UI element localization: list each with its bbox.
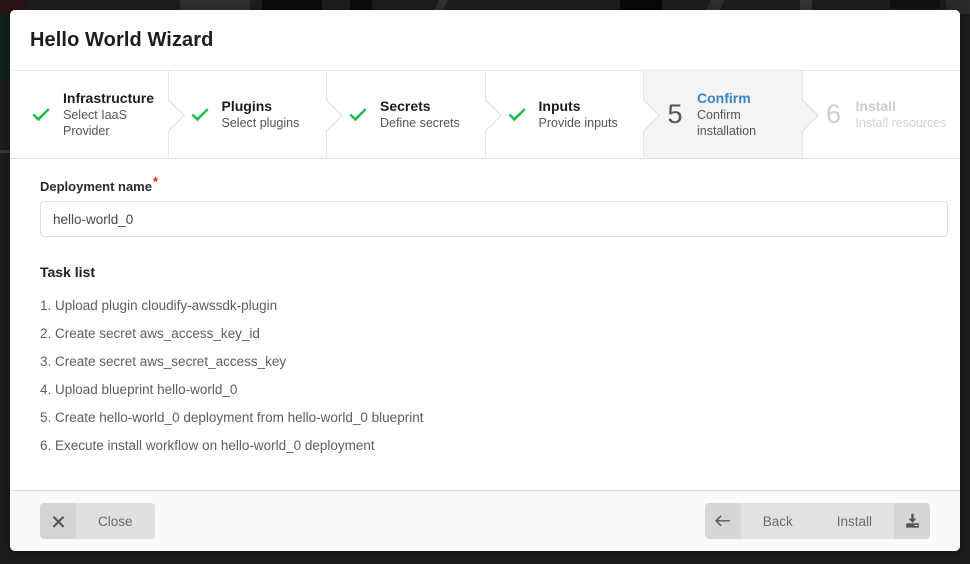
deployment-name-label-text: Deployment name	[40, 179, 152, 194]
check-icon	[504, 107, 530, 123]
install-button[interactable]: Install	[814, 503, 894, 539]
backdrop-shape	[0, 150, 10, 153]
task-list: 1. Upload plugin cloudify-awssdk-plugin …	[40, 292, 930, 460]
wizard-step-infrastructure[interactable]: Infrastructure Select IaaS Provider	[10, 71, 169, 158]
step-number: 5	[667, 99, 683, 129]
step-text: Secrets Define secrets	[380, 98, 460, 131]
wizard-step-inputs[interactable]: Inputs Provide inputs	[485, 71, 644, 158]
step-description: Select IaaS Provider	[63, 108, 127, 138]
step-text: Infrastructure Select IaaS Provider	[63, 90, 156, 139]
close-button[interactable]: Close	[76, 503, 155, 539]
wizard-step-confirm[interactable]: 5 Confirm Confirm installation	[644, 71, 803, 158]
modal-header: Hello World Wizard	[10, 10, 960, 71]
wizard-step-plugins[interactable]: Plugins Select plugins	[168, 71, 327, 158]
wizard-modal: Hello World Wizard Infrastructure Select…	[10, 10, 960, 551]
check-icon	[345, 107, 371, 123]
back-button[interactable]: Back	[740, 503, 815, 539]
step-text: Install Install resources	[856, 98, 947, 131]
download-icon[interactable]	[894, 503, 930, 539]
step-text: Inputs Provide inputs	[539, 98, 618, 131]
navigation-button-group[interactable]: Back Install	[704, 503, 930, 539]
arrow-left-icon[interactable]	[704, 503, 741, 539]
step-title: Plugins	[221, 98, 273, 114]
step-description: Install resources	[855, 116, 947, 130]
wizard-step-bar: Infrastructure Select IaaS Provider Plug…	[10, 71, 960, 159]
step-text: Plugins Select plugins	[222, 98, 300, 131]
step-text: Confirm Confirm installation	[697, 90, 790, 139]
deployment-name-label: Deployment name*	[40, 175, 930, 194]
step-description: Select plugins	[221, 116, 300, 130]
step-description: Confirm installation	[697, 108, 757, 138]
step-number: 6	[825, 99, 842, 129]
step-description: Define secrets	[380, 116, 460, 130]
list-item: 6. Execute install workflow on hello-wor…	[40, 438, 375, 453]
deployment-name-input[interactable]	[40, 201, 948, 237]
modal-footer: Close Back Install	[10, 490, 960, 551]
task-list-heading: Task list	[40, 264, 95, 280]
list-item: 1. Upload plugin cloudify-awssdk-plugin	[40, 298, 278, 313]
list-item: 4. Upload blueprint hello-world_0	[40, 382, 238, 397]
wizard-step-install: 6 Install Install resources	[802, 71, 960, 158]
list-item: 5. Create hello-world_0 deployment from …	[40, 410, 424, 425]
page-title: Hello World Wizard	[30, 28, 214, 51]
step-title: Inputs	[538, 98, 581, 114]
check-icon	[28, 107, 54, 123]
close-x-icon[interactable]	[40, 503, 76, 539]
wizard-step-secrets[interactable]: Secrets Define secrets	[327, 71, 486, 158]
step-title: Infrastructure	[63, 90, 155, 106]
step-title: Confirm	[697, 90, 751, 106]
step-description: Provide inputs	[538, 116, 618, 130]
step-title: Secrets	[380, 98, 431, 114]
modal-body: Deployment name* Task list 1. Upload plu…	[10, 159, 960, 490]
close-button-group[interactable]: Close	[40, 503, 155, 539]
list-item: 2. Create secret aws_access_key_id	[40, 326, 260, 341]
list-item: 3. Create secret aws_secret_access_key	[40, 354, 287, 369]
check-icon	[187, 107, 213, 123]
step-title: Install	[855, 98, 896, 114]
required-asterisk: *	[152, 173, 159, 189]
